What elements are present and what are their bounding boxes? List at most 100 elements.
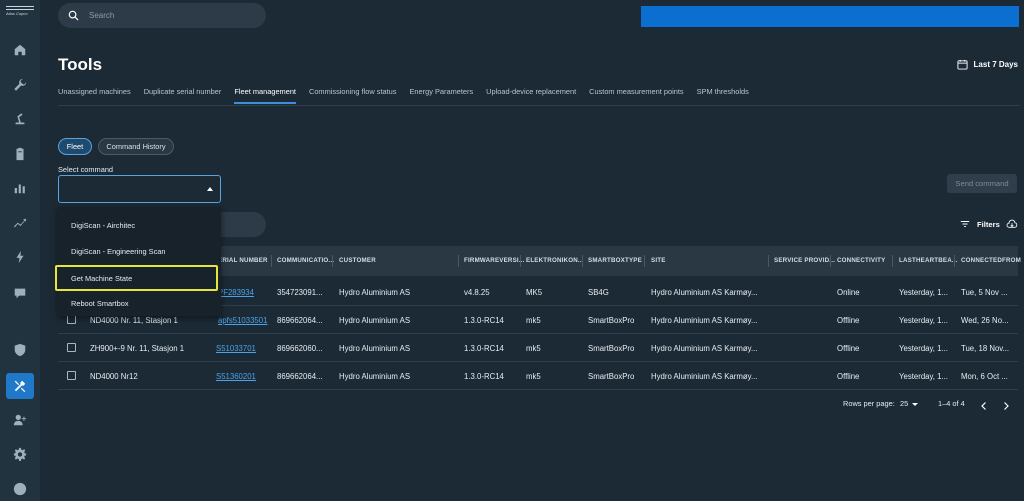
column-connected-from[interactable]: CONNECTEDFROM xyxy=(961,257,1021,264)
table-row[interactable]: ZH900+-9 Nr. 11, Stasjon 1 S51033701 869… xyxy=(58,334,1018,362)
pagination-range: 1–4 of 4 xyxy=(938,399,965,408)
row-heartbeat: Yesterday, 1... xyxy=(899,316,948,325)
rows-per-page-label: Rows per page: xyxy=(843,399,895,408)
previous-page-button[interactable] xyxy=(979,398,989,410)
column-site[interactable]: SITE xyxy=(651,257,666,264)
row-customer: Hydro Aluminium AS xyxy=(339,344,411,353)
row-site: Hydro Aluminium AS Karmøy... xyxy=(651,316,758,325)
option-digiscan-engineering-scan[interactable]: DigiScan - Engineering Scan xyxy=(58,238,221,264)
tab-unassigned-machines[interactable]: Unassigned machines xyxy=(58,86,131,104)
serial-link[interactable]: S51360201 xyxy=(216,372,256,381)
row-smartbox: SmartBoxPro xyxy=(588,316,635,325)
row-firmware: 1.3.0-RC14 xyxy=(464,316,504,325)
shield-gear-icon[interactable] xyxy=(10,340,30,360)
search-input[interactable] xyxy=(89,11,249,20)
row-customer: Hydro Aluminium AS xyxy=(339,372,411,381)
row-connected: Tue, 18 Nov... xyxy=(961,344,1010,353)
tab-upload-device-replacement[interactable]: Upload-device replacement xyxy=(486,86,576,104)
row-name: ND4000 Nr12 xyxy=(90,372,138,381)
select-command-dropdown[interactable] xyxy=(58,175,221,203)
chevron-left-icon xyxy=(981,402,986,410)
bar-chart-icon[interactable] xyxy=(10,178,30,198)
date-range-label: Last 7 Days xyxy=(973,60,1018,69)
help-icon[interactable] xyxy=(10,479,30,499)
column-service-provider[interactable]: SERVICE PROVID... xyxy=(774,257,835,264)
column-elektronikon[interactable]: ELEKTRONIKON... xyxy=(526,257,584,264)
gear-icon[interactable] xyxy=(10,444,30,464)
row-checkbox[interactable] xyxy=(67,371,76,380)
trend-line-icon[interactable] xyxy=(10,213,30,233)
tab-commissioning-flow-status[interactable]: Commissioning flow status xyxy=(309,86,397,104)
top-banner xyxy=(641,6,1019,27)
select-command-label: Select command xyxy=(58,165,114,174)
clipboard-icon[interactable] xyxy=(10,144,30,164)
row-elektronikon: mk5 xyxy=(526,344,541,353)
row-checkbox[interactable] xyxy=(67,315,76,324)
robot-arm-icon[interactable] xyxy=(10,109,30,129)
row-communication: 869662064... xyxy=(277,372,323,381)
row-heartbeat: Yesterday, 1... xyxy=(899,288,948,297)
row-checkbox[interactable] xyxy=(67,343,76,352)
row-firmware: 1.3.0-RC14 xyxy=(464,344,504,353)
message-icon[interactable] xyxy=(10,283,30,303)
tab-duplicate-serial-number[interactable]: Duplicate serial number xyxy=(144,86,222,104)
command-dropdown-menu: DigiScan - Airchitec DigiScan - Engineer… xyxy=(55,207,221,316)
caret-up-icon xyxy=(207,187,213,191)
option-digiscan-airchitec[interactable]: DigiScan - Airchitec xyxy=(58,212,221,238)
send-command-button[interactable]: Send command xyxy=(947,174,1017,193)
fleet-chip[interactable]: Fleet xyxy=(58,138,92,155)
column-firmware-version[interactable]: FIRMWAREVERSI... xyxy=(464,257,525,264)
chevron-right-icon xyxy=(1004,402,1009,410)
row-heartbeat: Yesterday, 1... xyxy=(899,344,948,353)
date-range-button[interactable]: Last 7 Days xyxy=(956,59,1018,70)
row-smartbox: SmartBoxPro xyxy=(588,344,635,353)
row-customer: Hydro Aluminium AS xyxy=(339,316,411,325)
search-bar[interactable] xyxy=(58,3,266,28)
row-customer: Hydro Aluminium AS xyxy=(339,288,411,297)
row-smartbox: SB4G xyxy=(588,288,609,297)
row-connected: Wed, 26 No... xyxy=(961,316,1009,325)
rows-per-page-value: 25 xyxy=(900,399,909,408)
add-user-icon[interactable] xyxy=(10,410,30,430)
cloud-download-icon[interactable] xyxy=(1006,219,1018,229)
column-smartbox-type[interactable]: SMARTBOXTYPE xyxy=(588,257,642,264)
tab-spm-thresholds[interactable]: SPM thresholds xyxy=(697,86,749,104)
row-elektronikon: mk5 xyxy=(526,316,541,325)
row-firmware: v4.8.25 xyxy=(464,288,490,297)
row-site: Hydro Aluminium AS Karmøy... xyxy=(651,288,758,297)
row-connectivity: Offline xyxy=(837,372,860,381)
home-icon[interactable] xyxy=(10,40,30,60)
lightning-icon[interactable] xyxy=(10,247,30,267)
column-serial-number[interactable]: ERIAL NUMBER xyxy=(218,257,268,264)
row-connectivity: Offline xyxy=(837,344,860,353)
wrench-icon[interactable] xyxy=(10,75,30,95)
column-last-heartbeat[interactable]: LASTHEARTBEA... xyxy=(899,257,958,264)
option-reboot-smartbox[interactable]: Reboot Smartbox xyxy=(58,290,221,316)
tab-fleet-management[interactable]: Fleet management xyxy=(234,86,296,104)
row-name: ZH900+-9 Nr. 11, Stasjon 1 xyxy=(90,344,185,353)
column-customer[interactable]: CUSTOMER xyxy=(339,257,376,264)
tab-custom-measurement-points[interactable]: Custom measurement points xyxy=(589,86,683,104)
page-title: Tools xyxy=(58,55,103,74)
table-row[interactable]: ND4000 Nr12 S51360201 869662064... Hydro… xyxy=(58,362,1018,390)
tabs-divider xyxy=(58,105,1020,106)
filters-label: Filters xyxy=(977,219,1000,229)
tab-energy-parameters[interactable]: Energy Parameters xyxy=(409,86,473,104)
serial-link[interactable]: PF283934 xyxy=(218,288,254,297)
row-name: ND4000 Nr. 11, Stasjon 1 xyxy=(90,316,178,325)
column-communication[interactable]: COMMUNICATIO... xyxy=(277,257,334,264)
row-communication: 869662064... xyxy=(277,316,323,325)
tools-icon[interactable] xyxy=(6,373,34,399)
filters-button[interactable]: Filters xyxy=(960,219,1024,229)
row-firmware: 1.3.0-RC14 xyxy=(464,372,504,381)
option-get-machine-state[interactable]: Get Machine State xyxy=(55,265,218,291)
filter-icon xyxy=(960,221,970,227)
rows-per-page-select[interactable]: 25 xyxy=(900,399,919,408)
column-connectivity[interactable]: CONNECTIVITY xyxy=(837,257,885,264)
command-history-chip[interactable]: Command History xyxy=(98,138,174,155)
next-page-button[interactable] xyxy=(1001,398,1011,410)
serial-link[interactable]: S51033701 xyxy=(216,344,256,353)
logo-text: Atlas Copco xyxy=(6,11,28,16)
row-connected: Mon, 6 Oct ... xyxy=(961,372,1008,381)
serial-link[interactable]: apfs51033501 xyxy=(218,316,267,325)
